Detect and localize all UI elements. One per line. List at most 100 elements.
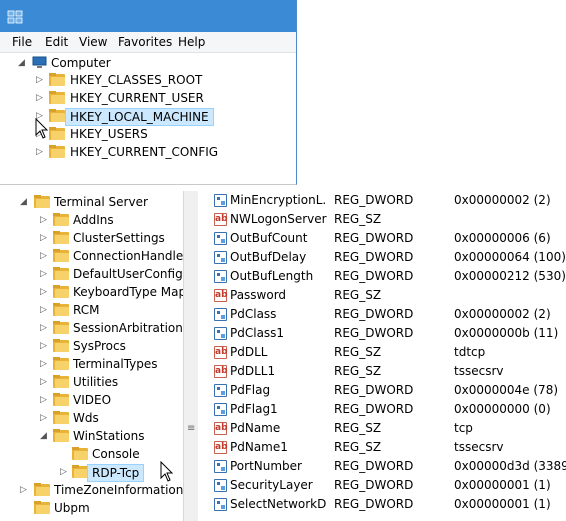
value-row[interactable]: ab PdDLL1 REG_SZ tssecsrv [198,362,566,381]
folder-icon [53,303,69,316]
collapsed-arrow-icon[interactable]: ▷ [40,409,47,427]
tree-item-key-child[interactable]: ▷ VIDEO [0,391,183,409]
collapsed-arrow-icon[interactable]: ▷ [40,247,47,265]
value-row[interactable]: PdClass1 REG_DWORD 0x0000000b (11) [198,324,566,343]
collapsed-arrow-icon[interactable]: ▷ [36,89,43,107]
binary-value-icon [214,232,227,245]
expanded-arrow-icon[interactable]: ◢ [40,427,47,445]
registry-editor-app-icon[interactable] [7,10,23,24]
collapsed-arrow-icon[interactable]: ▷ [40,211,47,229]
value-row[interactable]: OutBufCount REG_DWORD 0x00000006 (6) [198,229,566,248]
tree-label: AddIns [73,213,114,227]
collapsed-arrow-icon[interactable]: ▷ [40,319,47,337]
menu-view[interactable]: View [79,35,107,49]
expanded-arrow-icon[interactable]: ◢ [18,54,25,72]
value-row[interactable]: PdFlag1 REG_DWORD 0x00000000 (0) [198,400,566,419]
tree-label: Console [92,447,140,461]
folder-icon [53,411,69,424]
collapsed-arrow-icon[interactable]: ▷ [40,283,47,301]
tree-item-key-child[interactable]: ▷ TerminalTypes [0,355,183,373]
tree-label: HKEY_CURRENT_USER [70,91,204,105]
value-row[interactable]: ab PdDLL REG_SZ tdtcp [198,343,566,362]
expanded-arrow-icon[interactable]: ◢ [20,193,27,211]
value-row[interactable]: ab NWLogonServer REG_SZ [198,210,566,229]
title-bar[interactable] [0,0,296,32]
value-row[interactable]: SelectNetworkD... REG_DWORD 0x00000001 (1) [198,495,566,514]
tree-item-hkey-current-config[interactable]: ▷ HKEY_CURRENT_CONFIG [0,143,296,161]
tree-label: ConnectionHandler [73,249,183,263]
collapsed-arrow-icon[interactable]: ▷ [36,71,43,89]
tree-item-console[interactable]: Console [0,445,183,463]
menu-edit[interactable]: Edit [45,35,68,49]
tree-item-key-child[interactable]: ▷ Utilities [0,373,183,391]
collapsed-arrow-icon[interactable]: ▷ [40,373,47,391]
collapsed-arrow-icon[interactable]: ▷ [40,337,47,355]
value-type: REG_DWORD [334,402,414,416]
value-type: REG_SZ [334,440,382,454]
values-pane[interactable]: MinEncryptionL... REG_DWORD 0x00000002 (2)… [198,191,566,521]
folder-icon [72,465,88,478]
value-type: REG_DWORD [334,269,414,283]
tree-item-computer[interactable]: ◢ Computer [0,54,296,72]
tree-item-rdp-tcp[interactable]: ▷ RDP-Tcp [0,463,183,482]
value-row[interactable]: PdClass REG_DWORD 0x00000002 (2) [198,305,566,324]
binary-value-icon [214,308,227,321]
key-tree-pane[interactable]: ◢ Terminal Server ▷ AddIns ▷ ClusterSetting… [0,191,183,521]
collapsed-arrow-icon[interactable]: ▷ [36,143,43,161]
tree-item-key-child[interactable]: ▷ Wds [0,409,183,427]
value-row[interactable]: ab PdName REG_SZ tcp [198,419,566,438]
value-name: PdName [230,421,281,435]
tree-label: SessionArbitrationHe [73,321,183,335]
tree-item-key-child[interactable]: ▷ KeyboardType Mapp [0,283,183,301]
folder-icon [53,249,69,262]
tree-item-key-child[interactable]: ▷ SessionArbitrationHe [0,319,183,337]
tree-item-key-child[interactable]: ◢ WinStations [0,427,183,445]
menu-favorites[interactable]: Favorites [118,35,172,49]
folder-icon [49,127,65,140]
tree-item-ubpm[interactable]: Ubpm [0,499,183,517]
collapsed-arrow-icon[interactable]: ▷ [60,463,67,481]
menu-file[interactable]: File [12,35,32,49]
value-data: 0x00000002 (2) [454,307,551,321]
value-row[interactable]: ab PdName1 REG_SZ tssecsrv [198,438,566,457]
tree-item-key-child[interactable]: ▷ ClusterSettings [0,229,183,247]
tree-item-timezoneinformation[interactable]: ▷ TimeZoneInformation [0,481,183,499]
tree-label: Wds [73,411,99,425]
value-type: REG_DWORD [334,497,414,511]
value-row[interactable]: ab Password REG_SZ [198,286,566,305]
value-row[interactable]: PdFlag REG_DWORD 0x0000004e (78) [198,381,566,400]
tree-item-key-child[interactable]: ▷ SysProcs [0,337,183,355]
tree-item-key-child[interactable]: ▷ RCM [0,301,183,319]
value-data: 0x00000001 (1) [454,478,551,492]
value-row[interactable]: OutBufDelay REG_DWORD 0x00000064 (100) [198,248,566,267]
tree-item-key-child[interactable]: ▷ ConnectionHandler [0,247,183,265]
value-row[interactable]: SecurityLayer REG_DWORD 0x00000001 (1) [198,476,566,495]
splitter-grip-icon[interactable]: ≡ [187,423,195,434]
folder-icon [72,447,88,460]
value-type: REG_DWORD [334,459,414,473]
tree-item-key-child[interactable]: ▷ DefaultUserConfigura [0,265,183,283]
tree-item-terminal-server[interactable]: ◢ Terminal Server [0,193,183,211]
collapsed-arrow-icon[interactable]: ▷ [40,265,47,283]
tree-item-key-child[interactable]: ▷ AddIns [0,211,183,229]
tree-item-hkey-current-user[interactable]: ▷ HKEY_CURRENT_USER [0,89,296,107]
collapsed-arrow-icon[interactable]: ▷ [20,481,27,499]
value-data: 0x0000004e (78) [454,383,559,397]
collapsed-arrow-icon[interactable]: ▷ [40,301,47,319]
tree-label: KeyboardType Mapp [73,285,183,299]
binary-value-icon [214,270,227,283]
folder-icon [53,393,69,406]
value-row[interactable]: MinEncryptionL... REG_DWORD 0x00000002 (2) [198,191,566,210]
collapsed-arrow-icon[interactable]: ▷ [40,391,47,409]
value-name: PdFlag [230,383,271,397]
menu-help[interactable]: Help [178,35,205,49]
pane-splitter[interactable]: ≡ [183,191,199,521]
folder-icon [49,91,65,104]
value-row[interactable]: PortNumber REG_DWORD 0x00000d3d (3389) [198,457,566,476]
tree-item-hkey-classes-root[interactable]: ▷ HKEY_CLASSES_ROOT [0,71,296,89]
value-row[interactable]: OutBufLength REG_DWORD 0x00000212 (530) [198,267,566,286]
collapsed-arrow-icon[interactable]: ▷ [40,229,47,247]
collapsed-arrow-icon[interactable]: ▷ [40,355,47,373]
value-data: 0x00000d3d (3389) [454,459,566,473]
value-type: REG_SZ [334,212,382,226]
